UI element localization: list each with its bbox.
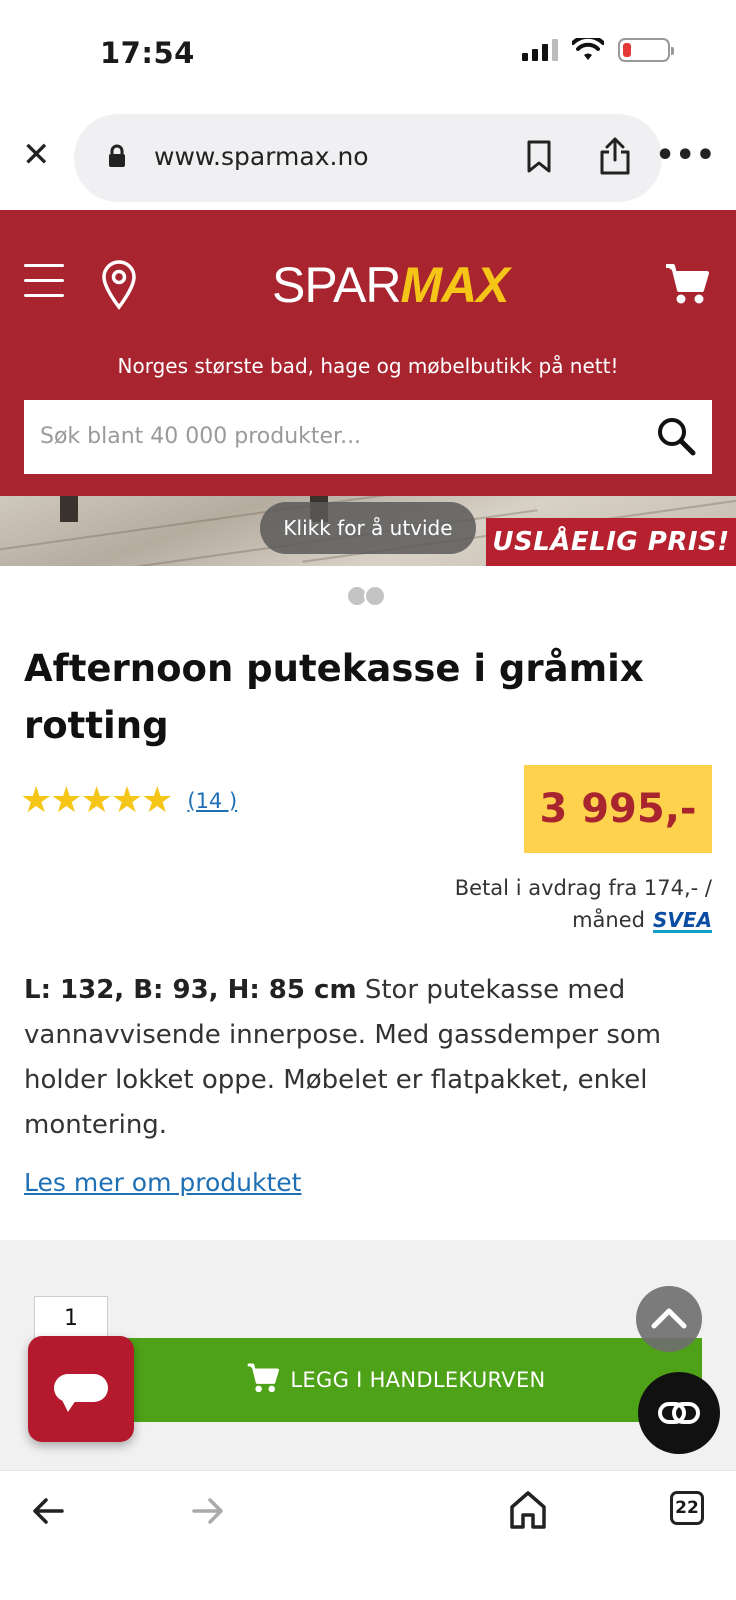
address-bar[interactable]: www.sparmax.no (74, 114, 662, 202)
sparmax-logo[interactable]: SPARMAX (272, 256, 510, 314)
product-dimensions: L: 132, B: 93, H: 85 cm (24, 975, 357, 1005)
product-image-banner[interactable]: Klikk for å utvide USLÅELIG PRIS! (0, 496, 736, 566)
chevron-up-icon (651, 1308, 687, 1329)
back-icon[interactable] (30, 1495, 66, 1527)
scroll-to-top-button[interactable] (636, 1286, 702, 1352)
signal-icon (522, 39, 558, 61)
installment-line1: Betal i avdrag fra 174,- / (454, 876, 712, 900)
share-icon[interactable] (598, 136, 632, 176)
add-to-cart-label: LEGG I HANDLEKURVEN (290, 1368, 546, 1392)
installment-line2: måned (572, 908, 645, 932)
tagline: Norges største bad, hage og møbelbutikk … (117, 354, 619, 378)
carousel-dots[interactable] (346, 585, 386, 607)
search-icon[interactable] (656, 416, 696, 456)
hamburger-icon[interactable] (24, 264, 64, 300)
forward-icon[interactable] (190, 1495, 226, 1527)
close-icon[interactable]: ✕ (22, 138, 52, 172)
site-header: SPARMAX Norges største bad, hage og møbe… (0, 210, 736, 496)
promo-badge: USLÅELIG PRIS! (486, 518, 736, 566)
cart-icon (248, 1363, 280, 1393)
browser-bottom-toolbar: 22 (0, 1470, 736, 1600)
status-icons (522, 38, 674, 62)
status-bar: 17:54 (0, 0, 736, 108)
search-input[interactable]: Søk blant 40 000 produkter... (24, 400, 712, 474)
svea-logo: SVEA (652, 908, 712, 933)
status-time: 17:54 (100, 36, 195, 70)
product-description: L: 132, B: 93, H: 85 cm Stor putekasse m… (24, 968, 714, 1148)
expand-image-button[interactable]: Klikk for å utvide (260, 502, 476, 554)
more-icon[interactable]: ••• (655, 138, 716, 173)
add-to-cart-button[interactable]: LEGG I HANDLEKURVEN (90, 1338, 702, 1422)
logo-max-text: MAX (400, 257, 509, 313)
product-rating: ★★★★★ (14 ) (20, 780, 237, 821)
read-more-link[interactable]: Les mer om produktet (24, 1168, 301, 1197)
chat-button[interactable] (28, 1336, 134, 1442)
bookmark-icon[interactable] (526, 140, 552, 174)
installment-info: Betal i avdrag fra 174,- / måned SVEA (412, 872, 712, 936)
cart-icon[interactable] (664, 262, 710, 306)
chat-icon (54, 1374, 108, 1412)
battery-icon (618, 38, 674, 62)
link-icon (658, 1402, 700, 1424)
search-placeholder: Søk blant 40 000 produkter... (40, 424, 362, 449)
location-icon[interactable] (100, 260, 138, 310)
logo-spar-text: SPAR (272, 257, 401, 313)
add-to-cart-section: 1 LEGG I HANDLEKURVEN (0, 1240, 736, 1470)
home-icon[interactable] (508, 1489, 548, 1531)
price-badge: 3 995,- (524, 765, 712, 853)
url-text[interactable]: www.sparmax.no (154, 142, 369, 171)
lock-icon (109, 144, 125, 167)
review-count-link[interactable]: (14 ) (187, 789, 237, 813)
browser-url-row: ✕ www.sparmax.no ••• (0, 108, 736, 210)
wifi-icon (572, 38, 604, 60)
tabs-icon[interactable]: 22 (670, 1491, 704, 1525)
link-extension-button[interactable] (638, 1372, 720, 1454)
product-title: Afternoon putekasse i gråmix rotting (24, 647, 644, 747)
star-rating-icon: ★★★★★ (20, 780, 173, 821)
